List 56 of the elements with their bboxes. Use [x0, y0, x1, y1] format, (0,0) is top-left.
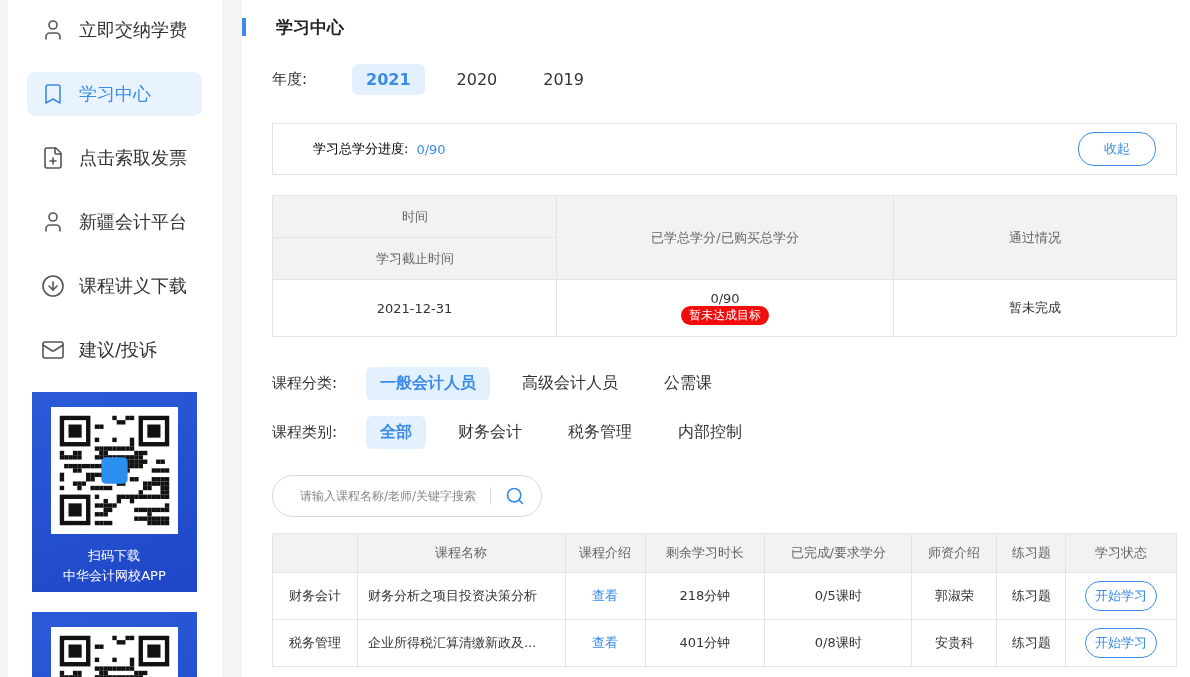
- progress-value: 0/90: [416, 141, 446, 157]
- column-header: 剩余学习时长: [645, 533, 765, 573]
- table-cell: 练习题: [996, 619, 1066, 667]
- filter-label: 课程分类:: [272, 374, 339, 393]
- column-header: 练习题: [996, 533, 1066, 573]
- file-plus-icon: [41, 146, 65, 170]
- view-link[interactable]: 查看: [592, 635, 619, 650]
- table-cell: 郭淑荣: [911, 572, 997, 620]
- sidebar-item[interactable]: 立即交纳学费: [27, 8, 202, 52]
- sidebar-item[interactable]: 课程讲义下载: [27, 264, 202, 308]
- credits-value: 0/90: [709, 291, 741, 306]
- sidebar-item[interactable]: 新疆会计平台: [27, 200, 202, 244]
- filter-tab[interactable]: 公需课: [650, 367, 726, 400]
- progress-label: 学习总学分进度:: [313, 140, 409, 158]
- filter-tab[interactable]: 财务会计: [444, 416, 536, 449]
- table-cell: 401分钟: [645, 619, 765, 667]
- start-study-button[interactable]: 开始学习: [1085, 581, 1157, 611]
- year-label: 年度:: [272, 70, 309, 89]
- column-header: 已完成/要求学分: [764, 533, 912, 573]
- filter-tab[interactable]: 内部控制: [664, 416, 756, 449]
- sidebar-item[interactable]: 建议/投诉: [27, 328, 202, 372]
- table-cell: 0/5课时: [764, 572, 912, 620]
- table-header: 已学总学分/已购买总学分: [556, 195, 894, 280]
- table-header: 时间: [272, 195, 557, 238]
- table-cell: 安贵科: [911, 619, 997, 667]
- filter-label: 课程类别:: [272, 423, 339, 442]
- search-field[interactable]: 请输入课程名称/老师/关键字搜索: [272, 475, 542, 517]
- filter-tab[interactable]: 高级会计人员: [508, 367, 632, 400]
- table-header: 通过情况: [893, 195, 1177, 280]
- table-cell: 0/8课时: [764, 619, 912, 667]
- table-cell: 企业所得税汇算清缴新政及...: [357, 619, 566, 667]
- table-cell: 2021-12-31: [272, 279, 557, 337]
- sidebar-item[interactable]: 点击索取发票: [27, 136, 202, 180]
- table-cell: 财务分析之项目投资决策分析: [357, 572, 566, 620]
- start-study-button[interactable]: 开始学习: [1085, 628, 1157, 658]
- search-icon[interactable]: [505, 486, 525, 506]
- view-link[interactable]: 查看: [592, 588, 619, 603]
- status-badge: 暂未达成目标: [681, 306, 769, 325]
- table-cell: 财务会计: [272, 572, 358, 620]
- mail-icon: [41, 338, 65, 362]
- column-header: 课程介绍: [565, 533, 646, 573]
- column-header: 课程名称: [357, 533, 566, 573]
- table-cell: 练习题: [996, 572, 1066, 620]
- filter-tab[interactable]: 税务管理: [554, 416, 646, 449]
- collapse-button[interactable]: 收起: [1078, 132, 1156, 166]
- page-title: 学习中心: [276, 16, 344, 38]
- year-tab[interactable]: 2019: [529, 64, 598, 95]
- year-tab[interactable]: 2020: [442, 64, 512, 95]
- table-cell: 税务管理: [272, 619, 358, 667]
- card-caption: 扫码下载 中华会计网校APP: [63, 547, 166, 585]
- download-icon: [41, 274, 65, 298]
- table-cell: 暂未完成: [893, 279, 1177, 337]
- column-header: 学习状态: [1065, 533, 1177, 573]
- table-header: 学习截止时间: [272, 237, 557, 280]
- column-header: 师资介绍: [911, 533, 997, 573]
- table-cell: 218分钟: [645, 572, 765, 620]
